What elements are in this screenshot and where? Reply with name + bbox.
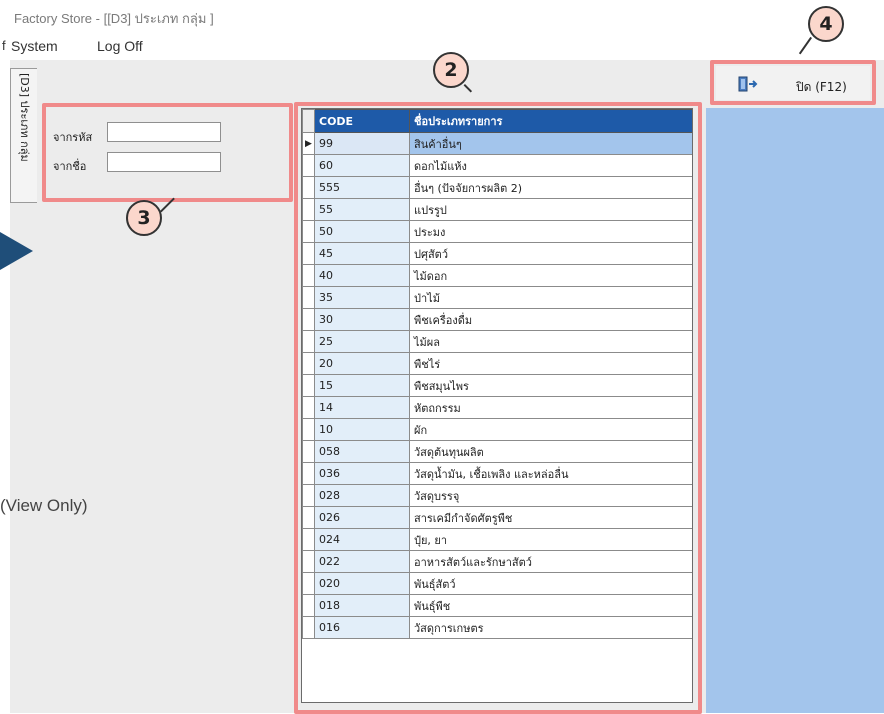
menu-item-log-off[interactable]: Log Off <box>97 38 143 54</box>
grid-empty-area <box>706 108 884 713</box>
annotation-badge-3: 3 <box>126 200 162 236</box>
title-bar: Factory Store - [[D3] ประเภท กลุ่ม ] <box>0 0 884 34</box>
highlight-filters <box>42 103 293 202</box>
highlight-close <box>710 60 876 105</box>
annotation-badge-4: 4 <box>808 6 844 42</box>
tab-d3-category-group[interactable]: [D3] ประเภท กลุ่ม <box>10 68 37 203</box>
app-menu-mark: f <box>2 38 6 53</box>
annotation-badge-2: 2 <box>433 52 469 88</box>
menu-item-system[interactable]: System <box>11 38 58 54</box>
tab-label: [D3] ประเภท กลุ่ม <box>18 73 31 162</box>
view-only-caption: (View Only) <box>0 496 88 515</box>
highlight-grid <box>294 102 702 714</box>
window-title: Factory Store - [[D3] ประเภท กลุ่ม ] <box>14 11 214 26</box>
play-arrow-icon <box>0 232 33 270</box>
